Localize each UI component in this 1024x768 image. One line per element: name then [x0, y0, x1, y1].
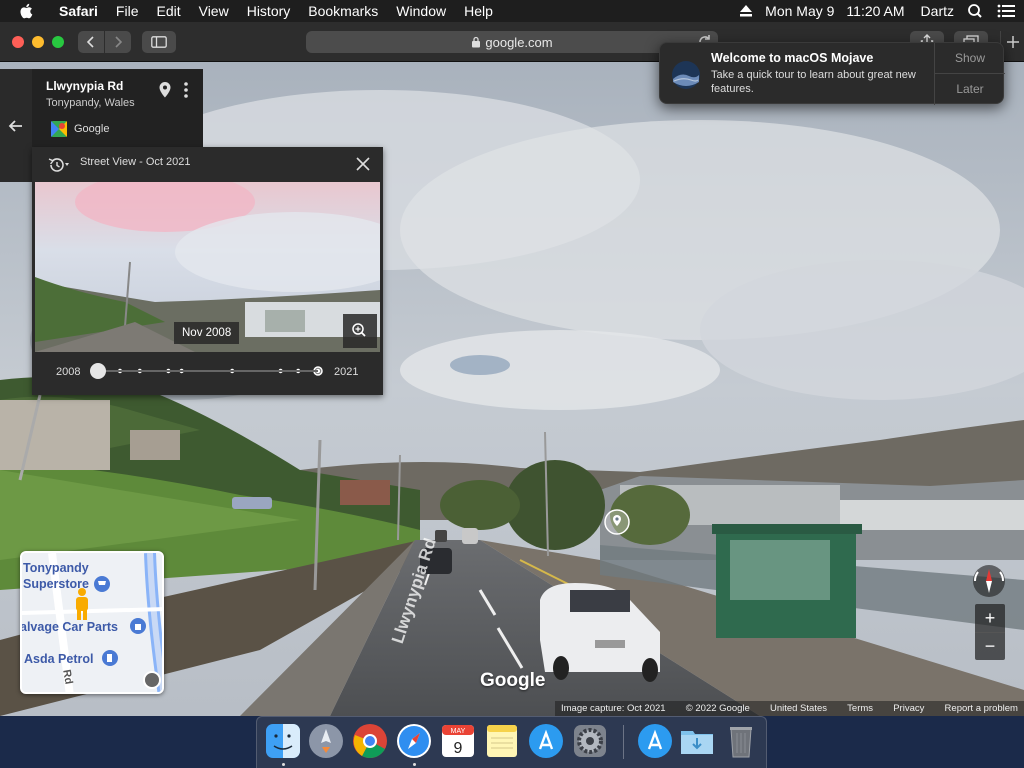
trash-icon[interactable]: [723, 723, 759, 759]
mojave-icon: [672, 61, 700, 89]
window-minimize-button[interactable]: [32, 36, 44, 48]
notification-show-button[interactable]: Show: [935, 43, 1005, 74]
close-icon[interactable]: [355, 156, 371, 172]
forward-icon: [115, 36, 123, 48]
preview-zoom-button[interactable]: [343, 314, 377, 348]
place-title: Llwynypia Rd: [46, 79, 124, 93]
zoom-in-icon: [352, 323, 366, 337]
menu-bookmarks[interactable]: Bookmarks: [299, 0, 387, 22]
menu-view[interactable]: View: [190, 0, 238, 22]
list-icon[interactable]: [990, 0, 1024, 22]
history-icon[interactable]: [46, 156, 70, 174]
fuel-icon: [102, 650, 118, 666]
place-subtitle: Tonypandy, Wales: [46, 97, 135, 109]
plus-icon: [1006, 36, 1019, 48]
forward-button[interactable]: [105, 31, 131, 53]
location-pin-icon[interactable]: [603, 508, 631, 536]
search-icon[interactable]: [960, 0, 990, 22]
menubar-time[interactable]: 11:20 AM: [840, 3, 910, 19]
timeline-start-year: 2008: [56, 366, 81, 378]
finder-icon[interactable]: [265, 723, 301, 759]
lock-icon: [472, 36, 481, 48]
mini-map[interactable]: Tonypandy Superstore alvage Car Parts As…: [20, 551, 164, 694]
back-icon: [86, 36, 94, 48]
pegman-icon[interactable]: [72, 587, 92, 621]
back-button[interactable]: [78, 31, 104, 53]
timeline-thumb[interactable]: [90, 363, 106, 379]
back-to-map-button[interactable]: [0, 69, 32, 182]
menu-help[interactable]: Help: [455, 0, 502, 22]
dock-separator: [623, 725, 624, 759]
region-link[interactable]: United States: [770, 703, 827, 714]
calendar-month: MAY: [451, 728, 466, 735]
notification-actions: Show Later: [934, 43, 1005, 105]
google-wordmark: Google: [480, 670, 546, 691]
timeline-slider[interactable]: [90, 361, 326, 381]
map-label-tonypandy: Tonypandy: [23, 561, 89, 575]
menubar-user[interactable]: Dartz: [911, 3, 960, 19]
menu-app-name[interactable]: Safari: [50, 0, 107, 22]
calendar-icon[interactable]: MAY 9: [440, 723, 476, 759]
image-capture-date: Image capture: Oct 2021: [561, 703, 666, 714]
notification-body: Take a quick tour to learn about great n…: [711, 69, 916, 95]
downloads-folder-icon[interactable]: [679, 723, 715, 759]
map-label-petrol: Asda Petrol: [24, 652, 94, 666]
compass-icon[interactable]: [969, 563, 1009, 599]
map-label-salvage: alvage Car Parts: [20, 620, 118, 634]
app-store-icon[interactable]: [528, 723, 564, 759]
notes-icon[interactable]: [484, 723, 520, 759]
safari-icon[interactable]: [396, 723, 432, 759]
menu-window[interactable]: Window: [387, 0, 455, 22]
copyright-text: © 2022 Google: [685, 703, 750, 714]
arrow-left-icon: [8, 119, 22, 132]
preview-date-label: Nov 2008: [174, 322, 240, 344]
apple-icon[interactable]: [18, 2, 36, 20]
launchpad-icon[interactable]: [308, 723, 344, 759]
more-options-icon[interactable]: [182, 81, 190, 99]
attribution-footer: Image capture: Oct 2021 © 2022 Google Un…: [555, 701, 1024, 716]
report-problem-link[interactable]: Report a problem: [945, 703, 1018, 714]
terms-link[interactable]: Terms: [847, 703, 873, 714]
menu-history[interactable]: History: [238, 0, 300, 22]
finder-running-indicator: [282, 763, 285, 766]
chrome-icon[interactable]: [352, 723, 388, 759]
app-store-downloads-icon[interactable]: [637, 723, 673, 759]
place-source: Google: [74, 123, 110, 135]
dock: MAY 9: [256, 716, 767, 768]
sidebar-button[interactable]: [142, 31, 176, 53]
map-road-label: Rd: [60, 668, 75, 686]
window-close-button[interactable]: [12, 36, 24, 48]
address-bar[interactable]: google.com: [306, 31, 718, 53]
menu-file[interactable]: File: [107, 0, 148, 22]
zoom-in-button[interactable]: +: [975, 604, 1005, 632]
map-pin-icon[interactable]: [158, 81, 172, 99]
place-card: Llwynypia Rd Tonypandy, Wales Google: [32, 69, 203, 149]
notification-title: Welcome to macOS Mojave: [711, 51, 874, 65]
calendar-day: 9: [454, 740, 463, 757]
menu-bar: Safari File Edit View History Bookmarks …: [0, 0, 1024, 22]
zoom-out-button[interactable]: −: [975, 632, 1005, 660]
time-travel-panel: Street View - Oct 2021 Nov 2008 2008 202…: [32, 147, 383, 395]
safari-running-indicator: [413, 763, 416, 766]
shopping-cart-icon: [94, 576, 110, 592]
privacy-link[interactable]: Privacy: [893, 703, 924, 714]
timeline-end-year: 2021: [334, 366, 359, 378]
eject-icon[interactable]: [733, 0, 759, 22]
sidebar-icon: [151, 36, 167, 48]
window-zoom-button[interactable]: [52, 36, 64, 48]
menu-edit[interactable]: Edit: [147, 0, 189, 22]
time-travel-title: Street View - Oct 2021: [80, 156, 191, 168]
url-text: google.com: [485, 34, 553, 50]
menubar-date[interactable]: Mon May 9: [759, 3, 840, 19]
zoom-controls: + −: [975, 604, 1005, 660]
google-maps-icon: [51, 121, 67, 137]
macos-notification[interactable]: Welcome to macOS Mojave Take a quick tou…: [659, 42, 1005, 105]
system-preferences-icon[interactable]: [572, 723, 608, 759]
notification-later-button[interactable]: Later: [935, 74, 1005, 105]
shop-bag-icon: [130, 618, 146, 634]
